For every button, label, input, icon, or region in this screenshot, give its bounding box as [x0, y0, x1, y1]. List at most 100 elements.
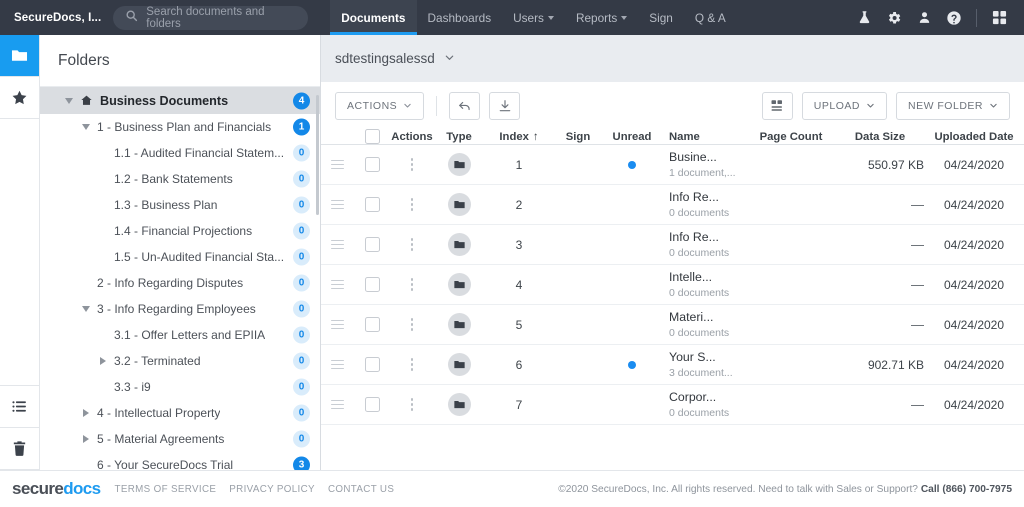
- row-name-title: Busine...: [669, 150, 746, 164]
- row-checkbox[interactable]: [353, 157, 391, 172]
- folder-tree-item[interactable]: 2 - Info Regarding Disputes0: [40, 270, 320, 296]
- tree-toggle-expanded-icon[interactable]: [79, 124, 93, 130]
- folder-tree-item[interactable]: 1.4 - Financial Projections0: [40, 218, 320, 244]
- row-data-size: —: [836, 197, 924, 212]
- row-name[interactable]: Intelle...0 documents: [661, 270, 746, 300]
- folder-tree-item[interactable]: Business Documents4: [40, 87, 320, 114]
- header-sign[interactable]: Sign: [553, 131, 603, 143]
- tree-toggle-collapsed-icon[interactable]: [79, 435, 93, 443]
- flask-icon[interactable]: [849, 0, 879, 35]
- tree-toggle-expanded-icon[interactable]: [79, 306, 93, 312]
- upload-button[interactable]: UPLOAD: [802, 92, 887, 120]
- header-uploaded-date[interactable]: Uploaded Date: [924, 131, 1024, 143]
- folder-tree-item[interactable]: 5 - Material Agreements0: [40, 426, 320, 452]
- nav-item-documents[interactable]: Documents: [330, 0, 416, 35]
- star-icon: [11, 89, 28, 106]
- folder-tree-item[interactable]: 1.2 - Bank Statements0: [40, 166, 320, 192]
- row-drag-handle[interactable]: [321, 280, 353, 290]
- header-index[interactable]: Index ↑: [485, 131, 553, 143]
- folder-tree-item[interactable]: 6 - Your SecureDocs Trial3: [40, 452, 320, 470]
- kebab-menu-icon: [411, 238, 414, 251]
- folder-tree-item[interactable]: 3 - Info Regarding Employees0: [40, 296, 320, 322]
- apps-grid-icon[interactable]: [984, 0, 1014, 35]
- folder-tree-item[interactable]: 3.1 - Offer Letters and EPIIA0: [40, 322, 320, 348]
- sort-asc-icon: ↑: [533, 131, 539, 143]
- nav-item-qanda[interactable]: Q & A: [684, 0, 737, 35]
- user-icon[interactable]: [909, 0, 939, 35]
- row-drag-handle[interactable]: [321, 240, 353, 250]
- actions-button[interactable]: ACTIONS: [335, 92, 424, 120]
- tree-toggle-collapsed-icon[interactable]: [79, 409, 93, 417]
- select-all-checkbox[interactable]: [353, 129, 391, 144]
- row-name[interactable]: Info Re...0 documents: [661, 190, 746, 220]
- chevron-down-icon: [548, 16, 554, 20]
- row-name-title: Intelle...: [669, 270, 746, 284]
- row-checkbox[interactable]: [353, 197, 391, 212]
- help-icon[interactable]: [939, 0, 969, 35]
- download-button[interactable]: [489, 92, 520, 120]
- logo-part-docs: docs: [63, 479, 100, 498]
- chevron-down-icon[interactable]: [444, 50, 455, 68]
- breadcrumb-label[interactable]: sdtestingsalessd: [335, 51, 435, 66]
- checkbox-box: [365, 157, 380, 172]
- folder-tree-item[interactable]: 4 - Intellectual Property0: [40, 400, 320, 426]
- rail-item-folders[interactable]: [0, 35, 39, 77]
- nav-item-dashboards[interactable]: Dashboards: [417, 0, 503, 35]
- footer-link-terms[interactable]: TERMS OF SERVICE: [115, 484, 217, 495]
- folder-tree-item[interactable]: 3.2 - Terminated0: [40, 348, 320, 374]
- footer-link-contact[interactable]: CONTACT US: [328, 484, 394, 495]
- nav-item-reports[interactable]: Reports: [565, 0, 638, 35]
- footer-link-privacy[interactable]: PRIVACY POLICY: [229, 484, 315, 495]
- row-drag-handle[interactable]: [321, 200, 353, 210]
- row-checkbox[interactable]: [353, 237, 391, 252]
- folder-tree-item[interactable]: 1.5 - Un-Audited Financial Sta...0: [40, 244, 320, 270]
- gear-icon[interactable]: [879, 0, 909, 35]
- header-actions[interactable]: Actions: [391, 131, 433, 143]
- chevron-down-icon: [621, 16, 627, 20]
- table-row[interactable]: 3Info Re...0 documents—04/24/2020: [321, 225, 1024, 265]
- row-actions-menu[interactable]: [391, 198, 433, 211]
- securedocs-logo: securedocs: [12, 479, 101, 499]
- nav-item-sign[interactable]: Sign: [638, 0, 684, 35]
- undo-button[interactable]: [449, 92, 480, 120]
- row-actions-menu[interactable]: [391, 278, 433, 291]
- row-actions-menu[interactable]: [391, 238, 433, 251]
- row-name[interactable]: Info Re...0 documents: [661, 230, 746, 260]
- table-row[interactable]: 2Info Re...0 documents—04/24/2020: [321, 185, 1024, 225]
- table-row[interactable]: 1Busine...1 document,...550.97 KB04/24/2…: [321, 145, 1024, 185]
- folder-tree-item[interactable]: 3.3 - i90: [40, 374, 320, 400]
- search-input[interactable]: Search documents and folders: [113, 6, 308, 30]
- unread-dot-icon: [628, 161, 636, 169]
- folder-tree-label: 2 - Info Regarding Disputes: [97, 276, 243, 290]
- folder-icon: [448, 273, 471, 296]
- new-folder-button[interactable]: NEW FOLDER: [896, 92, 1010, 120]
- header-unread[interactable]: Unread: [603, 131, 661, 143]
- row-name-title: Info Re...: [669, 190, 746, 204]
- folder-icon: [448, 233, 471, 256]
- row-actions-menu[interactable]: [391, 158, 433, 171]
- folder-tree-item[interactable]: 1.3 - Business Plan0: [40, 192, 320, 218]
- header-data-size[interactable]: Data Size: [836, 131, 924, 143]
- support-phone[interactable]: Call (866) 700-7975: [921, 484, 1012, 495]
- sidebar-scrollbar[interactable]: [316, 95, 319, 215]
- divider: [436, 96, 437, 116]
- app-root: SecureDocs, I... Search documents and fo…: [0, 0, 1024, 507]
- folder-tree-item[interactable]: 1 - Business Plan and Financials1: [40, 114, 320, 140]
- row-name[interactable]: Busine...1 document,...: [661, 150, 746, 180]
- header-page-count[interactable]: Page Count: [746, 131, 836, 143]
- folder-count-badge: 0: [293, 197, 310, 214]
- row-type: [433, 193, 485, 216]
- tree-toggle-collapsed-icon[interactable]: [96, 357, 110, 365]
- nav-item-users[interactable]: Users: [502, 0, 565, 35]
- folder-count-badge: 0: [293, 327, 310, 344]
- view-toggle-button[interactable]: [762, 92, 793, 120]
- row-checkbox[interactable]: [353, 277, 391, 292]
- folder-tree-item[interactable]: 1.1 - Audited Financial Statem...0: [40, 140, 320, 166]
- tree-toggle-expanded-icon[interactable]: [62, 98, 76, 104]
- row-drag-handle[interactable]: [321, 160, 353, 170]
- rail-item-list[interactable]: [0, 386, 39, 428]
- rail-item-trash[interactable]: [0, 428, 39, 470]
- header-type[interactable]: Type: [433, 131, 485, 143]
- header-name[interactable]: Name: [661, 131, 746, 143]
- rail-item-favorites[interactable]: [0, 77, 39, 119]
